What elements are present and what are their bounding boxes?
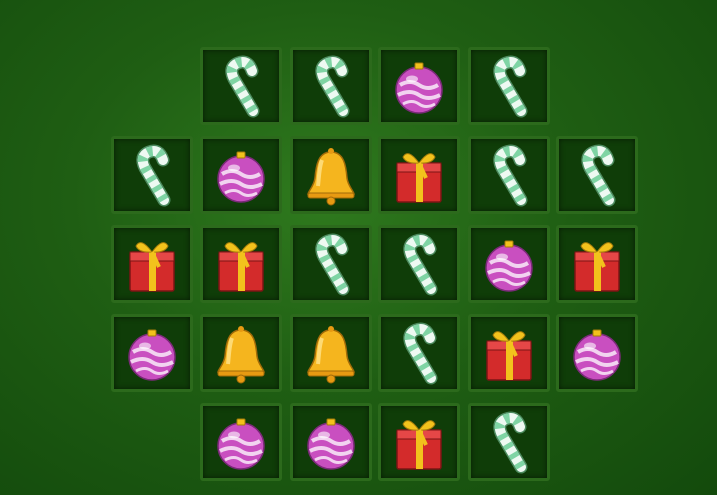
ornament-icon: [485, 240, 533, 292]
ornament-icon: [395, 62, 443, 114]
gift-icon: [486, 331, 532, 381]
bell-icon: [307, 148, 355, 206]
board-cell[interactable]: [556, 136, 638, 214]
board-cell[interactable]: [468, 136, 550, 214]
board-cell[interactable]: [378, 403, 460, 481]
board-cell[interactable]: [378, 47, 460, 125]
board-cell[interactable]: [290, 403, 372, 481]
ornament-icon: [307, 418, 355, 470]
gift-icon: [396, 420, 442, 470]
board-cell[interactable]: [290, 136, 372, 214]
gift-icon: [129, 242, 175, 292]
ornament-icon: [573, 329, 621, 381]
board-cell[interactable]: [111, 136, 193, 214]
ornament-icon: [128, 329, 176, 381]
board-cell[interactable]: [200, 47, 282, 125]
board-cell[interactable]: [556, 314, 638, 392]
gift-icon: [218, 242, 264, 292]
candy-cane-icon: [225, 55, 260, 118]
board-cell[interactable]: [468, 47, 550, 125]
candy-cane-icon: [493, 55, 528, 118]
board-cell[interactable]: [290, 225, 372, 303]
bell-icon: [217, 326, 265, 384]
board-cell[interactable]: [378, 314, 460, 392]
candy-cane-icon: [493, 144, 528, 207]
candy-cane-icon: [493, 411, 528, 474]
board-cell[interactable]: [468, 314, 550, 392]
candy-cane-icon: [136, 144, 171, 207]
board-cell[interactable]: [111, 225, 193, 303]
board-cell[interactable]: [378, 136, 460, 214]
candy-cane-icon: [315, 233, 350, 296]
board-cell[interactable]: [111, 314, 193, 392]
board-cell[interactable]: [556, 225, 638, 303]
board-cell[interactable]: [200, 314, 282, 392]
board-cell[interactable]: [200, 403, 282, 481]
board-cell[interactable]: [468, 225, 550, 303]
ornament-icon: [217, 418, 265, 470]
board-cell[interactable]: [200, 225, 282, 303]
candy-cane-icon: [403, 322, 438, 385]
gift-icon: [574, 242, 620, 292]
candy-cane-icon: [315, 55, 350, 118]
gift-icon: [396, 153, 442, 203]
board-cell[interactable]: [468, 403, 550, 481]
board-cell[interactable]: [290, 47, 372, 125]
candy-cane-icon: [581, 144, 616, 207]
board-cell[interactable]: [200, 136, 282, 214]
board-cell[interactable]: [378, 225, 460, 303]
ornament-icon: [217, 151, 265, 203]
game-board: [0, 0, 717, 495]
bell-icon: [307, 326, 355, 384]
candy-cane-icon: [403, 233, 438, 296]
board-cell[interactable]: [290, 314, 372, 392]
